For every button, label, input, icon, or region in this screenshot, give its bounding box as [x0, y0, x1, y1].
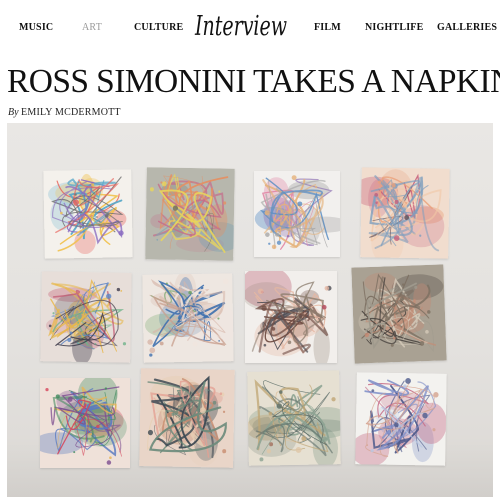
napkin-painting — [360, 167, 450, 259]
nav-music[interactable]: MUSIC — [19, 22, 53, 33]
napkin-painting — [43, 169, 133, 259]
author-link[interactable]: EMILY MCDERMOTT — [21, 107, 121, 118]
hero-image — [7, 123, 493, 497]
napkin-painting — [145, 167, 235, 261]
napkin-painting — [142, 273, 234, 363]
napkin-painting — [247, 370, 341, 466]
article-title: ROSS SIMONINI TAKES A NAPKIN — [7, 63, 500, 100]
napkin-painting — [254, 171, 340, 257]
nav-art[interactable]: ART — [82, 22, 102, 33]
nav-nightlife[interactable]: NIGHTLIFE — [365, 22, 423, 33]
nav-film[interactable]: FILM — [314, 22, 341, 33]
napkin-painting — [139, 368, 235, 468]
nav-culture[interactable]: CULTURE — [134, 22, 183, 33]
napkin-painting — [355, 372, 447, 466]
nav-galleries[interactable]: GALLERIES — [437, 22, 497, 33]
byline: By EMILY MCDERMOTT — [8, 107, 121, 118]
napkin-painting — [40, 271, 132, 363]
site-header: MUSIC ART CULTURE FILM NIGHTLIFE GALLERI… — [0, 0, 500, 58]
interview-logo[interactable]: Interview — [193, 4, 289, 48]
napkin-painting — [245, 271, 337, 363]
byline-prefix: By — [8, 107, 19, 118]
napkin-painting — [351, 264, 447, 364]
logo-text: Interview — [194, 11, 287, 42]
napkin-painting — [40, 378, 130, 468]
